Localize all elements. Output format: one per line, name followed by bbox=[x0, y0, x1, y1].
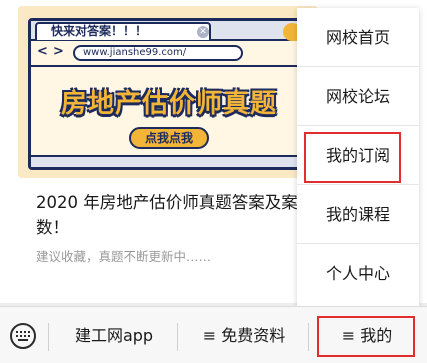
menu-item-profile[interactable]: 个人中心 bbox=[297, 244, 419, 303]
keyboard-icon[interactable] bbox=[10, 323, 36, 349]
browser-bottom-bar bbox=[31, 155, 307, 167]
browser-nav-row: < > www.jianshe99.com/ bbox=[31, 43, 307, 63]
banner-headline: 房地产估价师真题 bbox=[60, 89, 277, 119]
browser-tab-label: 快来对答案！！！ bbox=[51, 24, 148, 38]
nav-app-button[interactable]: 建工网app bbox=[52, 307, 176, 363]
nav-separator bbox=[308, 323, 309, 351]
nav-separator bbox=[177, 323, 178, 351]
menu-item-home[interactable]: 网校首页 bbox=[297, 8, 419, 67]
banner-cta-button: 点我点我 bbox=[129, 127, 209, 149]
back-arrow-icon: < bbox=[37, 44, 48, 59]
browser-illustration: 快来对答案！！！ ✕ < > www.jianshe99.com/ 房地产估价师… bbox=[28, 18, 310, 170]
nav-separator bbox=[48, 323, 49, 351]
menu-item-courses[interactable]: 我的课程 bbox=[297, 185, 419, 244]
highlight-box-subscriptions bbox=[304, 132, 401, 183]
url-bar: www.jianshe99.com/ bbox=[73, 45, 243, 61]
article-subtitle: 建议收藏，真题不断更新中…… bbox=[36, 249, 212, 264]
browser-tab-bar: 快来对答案！！！ ✕ bbox=[31, 21, 307, 41]
forward-arrow-icon: > bbox=[53, 44, 64, 59]
highlight-box-mine bbox=[317, 316, 415, 357]
article-cover-image[interactable]: 快来对答案！！！ ✕ < > www.jianshe99.com/ 房地产估价师… bbox=[18, 6, 318, 178]
nav-free-materials-button[interactable]: ≡ 免费资料 bbox=[180, 307, 308, 363]
browser-tab: 快来对答案！！！ ✕ bbox=[35, 22, 211, 40]
divider bbox=[31, 65, 307, 67]
menu-item-forum[interactable]: 网校论坛 bbox=[297, 67, 419, 126]
close-icon: ✕ bbox=[197, 26, 209, 38]
